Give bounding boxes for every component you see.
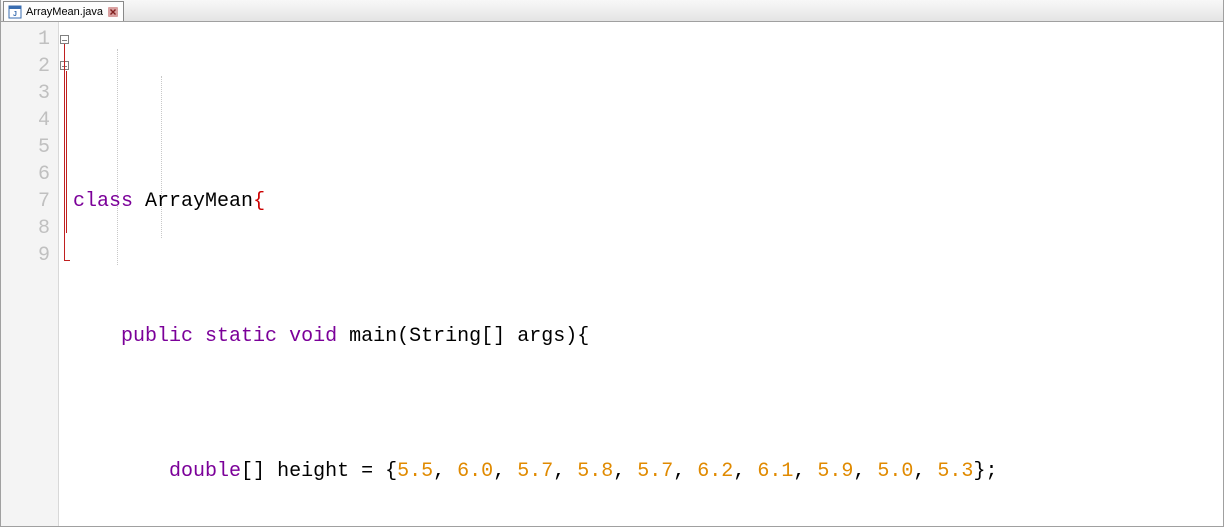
number: 5.0: [877, 460, 913, 483]
java-file-icon: J: [8, 5, 22, 19]
brace: }: [973, 460, 985, 483]
bracket: []: [481, 325, 505, 348]
identifier: ArrayMean: [145, 190, 253, 213]
code-editor[interactable]: 1 2 3 4 5 6 7 8 9 class ArrayMean{ publi…: [1, 22, 1223, 526]
identifier: args: [517, 325, 565, 348]
number: 5.5: [397, 460, 433, 483]
line-number: 8: [1, 215, 58, 242]
type: String: [409, 325, 481, 348]
editor-tab[interactable]: J ArrayMean.java: [3, 1, 124, 21]
line-number: 1: [1, 26, 58, 53]
line-number: 5: [1, 134, 58, 161]
code-line[interactable]: double[] height = {5.5, 6.0, 5.7, 5.8, 5…: [73, 458, 1223, 485]
number: 5.8: [577, 460, 613, 483]
line-number: 6: [1, 161, 58, 188]
code-line[interactable]: class ArrayMean{: [73, 188, 1223, 215]
line-number: 3: [1, 80, 58, 107]
line-number: 9: [1, 242, 58, 269]
close-icon[interactable]: [107, 6, 119, 18]
keyword: void: [289, 325, 337, 348]
line-number: 4: [1, 107, 58, 134]
operator: =: [361, 460, 373, 483]
svg-text:J: J: [13, 11, 17, 18]
brace: {: [253, 190, 265, 213]
number: 6.2: [697, 460, 733, 483]
code-line[interactable]: public static void main(String[] args){: [73, 323, 1223, 350]
number: 5.7: [637, 460, 673, 483]
number: 6.1: [757, 460, 793, 483]
keyword: public: [121, 325, 193, 348]
ide-panel: J ArrayMean.java 1 2 3 4 5 6 7 8 9: [0, 0, 1224, 527]
number: 5.9: [817, 460, 853, 483]
fold-toggle-icon[interactable]: [60, 35, 69, 44]
number: 5.3: [937, 460, 973, 483]
editor-tab-bar: J ArrayMean.java: [1, 0, 1223, 22]
fold-column: [59, 22, 73, 526]
keyword: class: [73, 190, 133, 213]
semicolon: ;: [985, 460, 997, 483]
keyword: static: [205, 325, 277, 348]
code-area[interactable]: class ArrayMean{ public static void main…: [73, 22, 1223, 526]
line-number: 7: [1, 188, 58, 215]
number: 5.7: [517, 460, 553, 483]
identifier: main: [349, 325, 397, 348]
keyword: double: [169, 460, 241, 483]
number: 6.0: [457, 460, 493, 483]
bracket: []: [241, 460, 265, 483]
brace: {: [385, 460, 397, 483]
tab-filename: ArrayMean.java: [26, 6, 103, 18]
paren: ): [565, 325, 577, 348]
brace: {: [577, 325, 589, 348]
line-number: 2: [1, 53, 58, 80]
paren: (: [397, 325, 409, 348]
identifier: height: [277, 460, 349, 483]
line-number-gutter: 1 2 3 4 5 6 7 8 9: [1, 22, 59, 526]
